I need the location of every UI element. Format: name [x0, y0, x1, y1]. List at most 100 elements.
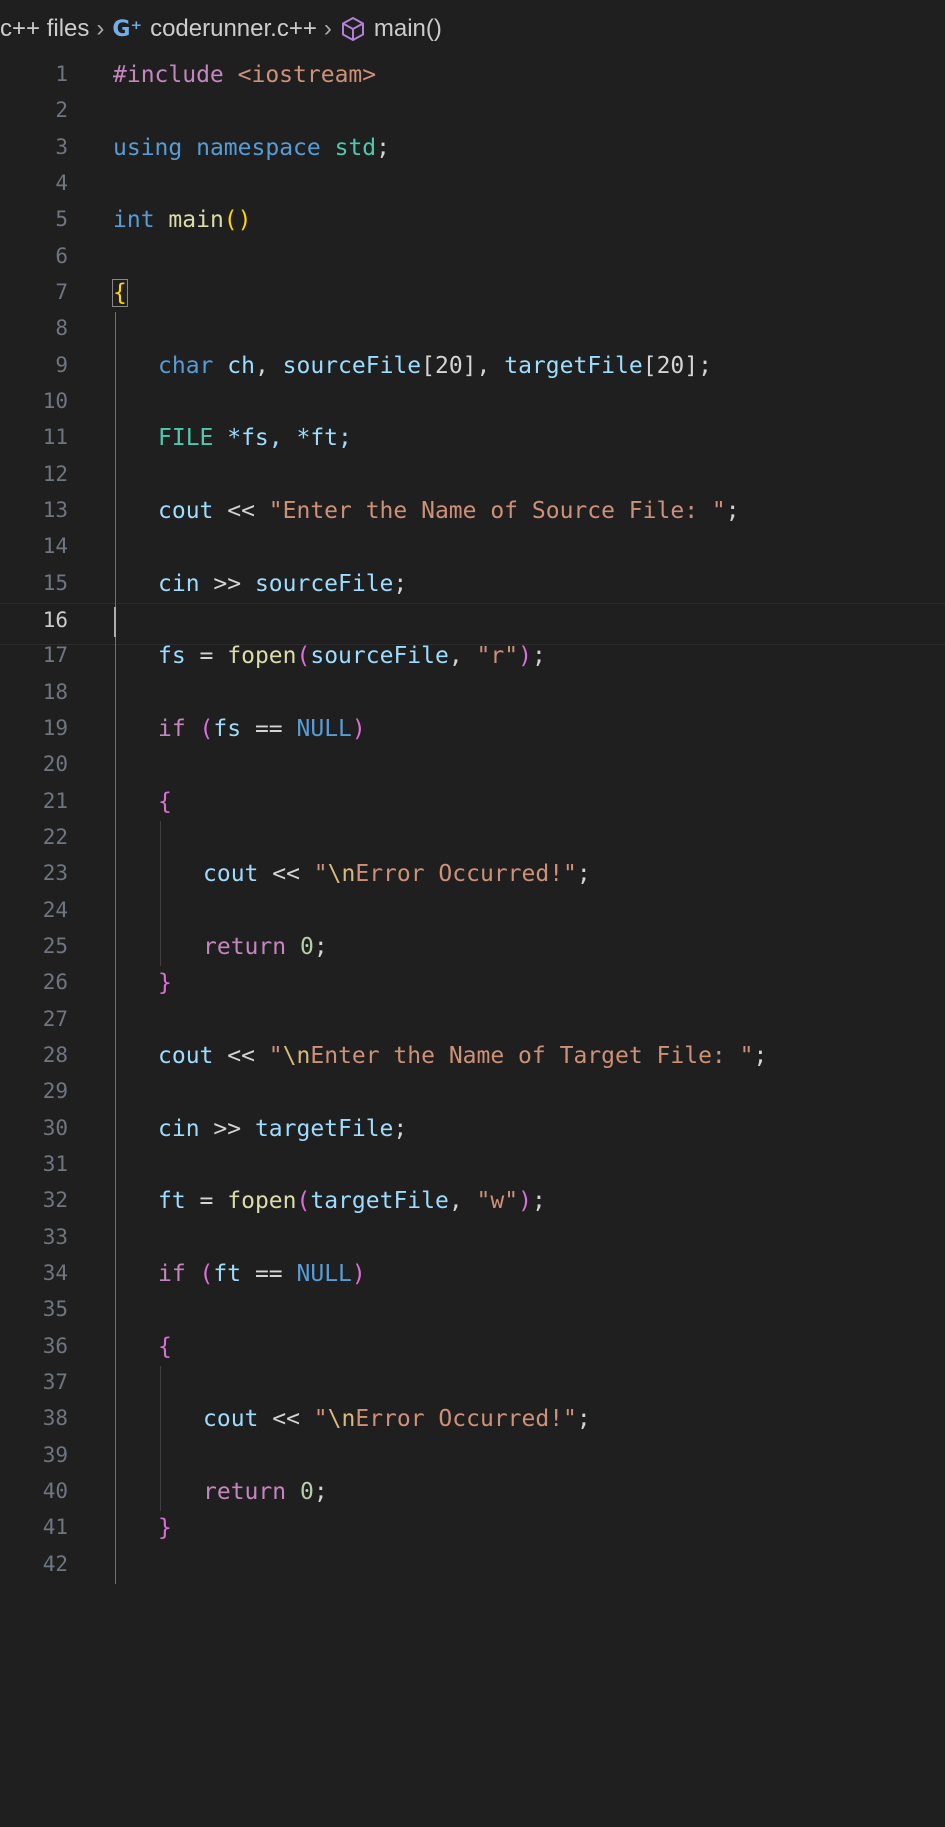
code-token: fs: [158, 643, 186, 670]
line-number: 28: [42, 1042, 68, 1067]
code-token: cout: [203, 1406, 259, 1433]
code-text: }: [158, 970, 172, 996]
chevron-right-icon: ›: [323, 15, 332, 42]
code-token: ): [518, 643, 532, 670]
code-token: ft: [158, 1188, 186, 1215]
code-token: return: [203, 1478, 287, 1505]
breadcrumb-file-label: coderunner.c++: [150, 15, 317, 42]
code-token: ;: [576, 1406, 591, 1433]
code-token: \n: [282, 1042, 311, 1069]
code-text: cout << "Enter the Name of Source File: …: [158, 498, 740, 524]
line-number: 16: [42, 607, 68, 632]
breadcrumb-symbol-label: main(): [373, 15, 442, 42]
code-token: cin: [158, 570, 200, 597]
line-number: 36: [42, 1333, 68, 1358]
code-token: cin: [158, 1115, 200, 1142]
code-token: fs: [213, 715, 242, 742]
line-number: 18: [42, 679, 68, 704]
breadcrumb-symbol[interactable]: main(): [340, 15, 442, 43]
code-text: cout << "\nError Occurred!";: [203, 861, 591, 887]
code-token: ;: [576, 861, 591, 888]
code-token: if: [158, 715, 186, 742]
line-number: 21: [42, 788, 68, 813]
code-token: ;: [753, 1042, 768, 1069]
line-number: 27: [42, 1006, 68, 1031]
code-token: #include: [113, 62, 224, 88]
code-token: <<: [258, 1406, 314, 1433]
code-token: >>: [199, 570, 255, 597]
code-token: ;: [313, 933, 328, 960]
code-token: Enter the Name of Target File: ": [310, 1042, 754, 1069]
code-token: ;: [393, 1115, 408, 1142]
code-token: =: [185, 643, 228, 670]
code-token: <iostream>: [237, 62, 377, 88]
line-number: 32: [42, 1188, 68, 1213]
chevron-right-icon: ›: [96, 15, 105, 42]
code-text: {: [158, 1334, 172, 1360]
indent-guide: [115, 312, 116, 1584]
line-number: 5: [55, 207, 68, 232]
line-number: 13: [42, 497, 68, 522]
code-token: [20]: [421, 352, 477, 379]
code-token: ;: [725, 497, 740, 524]
line-number: 38: [42, 1406, 68, 1431]
line-number: 22: [42, 824, 68, 849]
code-token: ,: [476, 352, 505, 379]
line-number: 15: [42, 570, 68, 595]
code-token: 0: [299, 1478, 314, 1505]
code-text: fs = fopen(sourceFile, "r");: [158, 643, 546, 669]
line-number: 26: [42, 970, 68, 995]
code-token: NULL: [296, 1260, 352, 1287]
line-number: 11: [42, 425, 68, 450]
code-token: return: [203, 933, 287, 960]
code-token: (: [185, 715, 214, 742]
code-token: [20]: [642, 352, 699, 379]
code-text: using namespace std;: [113, 135, 390, 161]
code-token: "r": [476, 643, 519, 670]
code-token: {: [158, 1333, 172, 1360]
code-token: ;: [313, 1478, 328, 1505]
cube-method-icon: [340, 16, 366, 42]
code-token: Error Occurred!": [355, 1406, 577, 1433]
code-token: {: [112, 278, 128, 307]
breadcrumb-folder[interactable]: c++ files: [0, 15, 89, 43]
code-token: char: [158, 352, 214, 379]
indent-guide: [160, 820, 161, 967]
code-text: return 0;: [203, 1479, 328, 1505]
code-text: int main(): [113, 207, 252, 233]
code-token: (: [296, 1188, 311, 1215]
breadcrumb-file[interactable]: G⁺ coderunner.c++: [112, 15, 316, 43]
line-number: 34: [42, 1260, 68, 1285]
code-line[interactable]: 42: [0, 1548, 945, 1590]
code-token: "Enter the Name of Source File: ": [268, 497, 726, 524]
line-number: 23: [42, 861, 68, 886]
code-token: ==: [241, 715, 297, 742]
code-token: ): [351, 1260, 366, 1287]
code-text: }: [158, 1515, 172, 1541]
code-token: *fs, *ft;: [213, 425, 352, 452]
code-token: sourceFile: [282, 352, 422, 379]
code-editor[interactable]: c++ files › G⁺ coderunner.c++ › main() 1…: [0, 0, 945, 1827]
code-token: ): [351, 715, 366, 742]
code-token: targetFile: [310, 1188, 449, 1215]
code-token: ": [313, 861, 328, 888]
line-number: 8: [55, 316, 68, 341]
breadcrumb: c++ files › G⁺ coderunner.c++ › main(): [0, 0, 945, 58]
code-token: =: [185, 1188, 228, 1215]
code-token: sourceFile: [310, 643, 449, 670]
line-number: 7: [55, 279, 68, 304]
code-token: ft: [213, 1260, 242, 1287]
code-token: (: [185, 1260, 214, 1287]
line-number: 25: [42, 933, 68, 958]
code-token: targetFile: [254, 1115, 394, 1142]
line-number: 39: [42, 1442, 68, 1467]
code-token: ": [268, 1042, 283, 1069]
code-token: targetFile: [504, 352, 643, 379]
code-token: NULL: [296, 715, 352, 742]
line-number: 30: [42, 1115, 68, 1140]
